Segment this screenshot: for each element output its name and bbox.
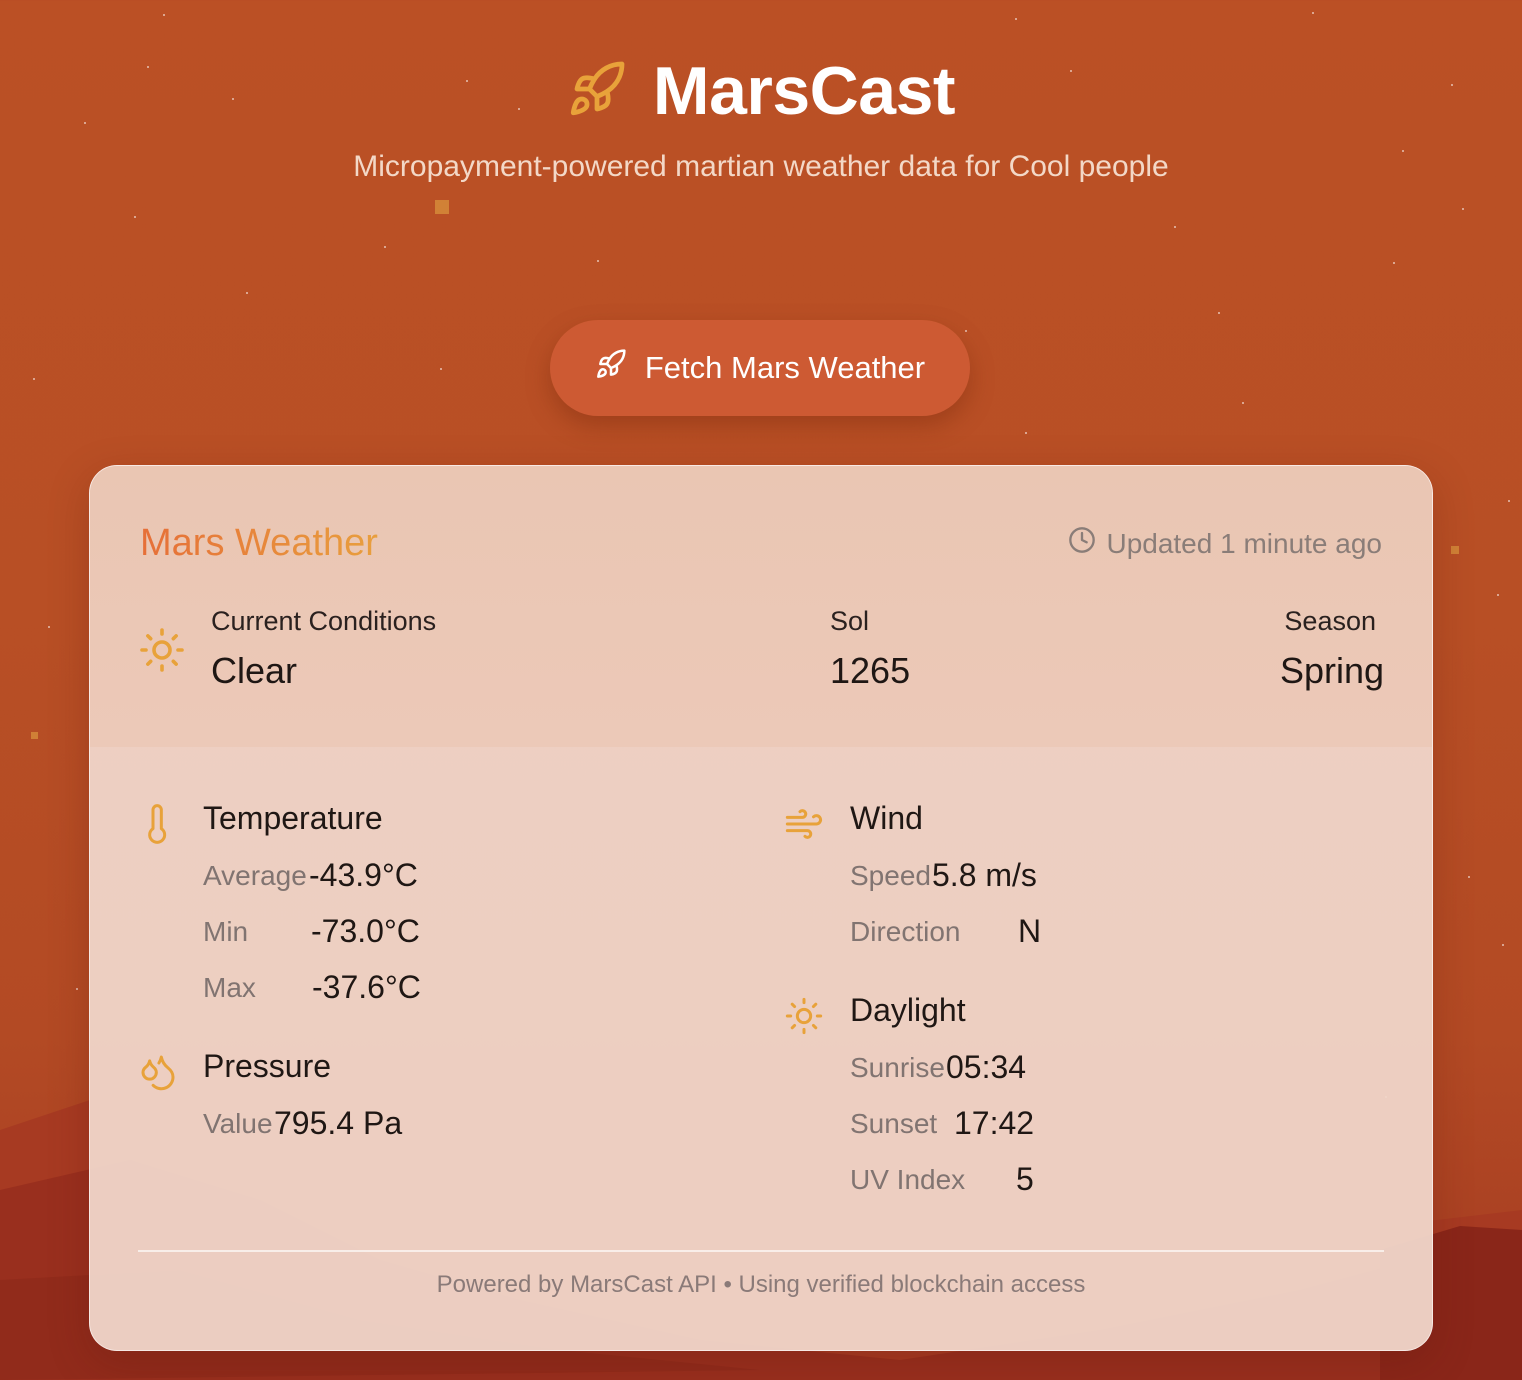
- rocket-icon: [567, 59, 627, 124]
- uv-index-label: UV Index: [850, 1164, 966, 1195]
- wind-direction-label: Direction: [850, 916, 961, 947]
- sun-icon: [784, 996, 824, 1036]
- clock-icon: [1068, 526, 1096, 561]
- sun-icon: [138, 626, 186, 674]
- dust-particle: [31, 732, 38, 739]
- rocket-icon: [595, 348, 627, 388]
- brand: MarsCast: [567, 53, 956, 129]
- wind-speed-label: Speed: [850, 860, 931, 891]
- sunrise-value: 05:34: [946, 1049, 1027, 1085]
- dust-particle: [435, 200, 449, 214]
- thermometer-icon: [138, 804, 178, 844]
- temp-max-value: -37.6°C: [312, 969, 421, 1005]
- sunset-label: Sunset: [850, 1108, 938, 1139]
- card-title: Mars Weather: [140, 522, 378, 564]
- conditions-value: Clear: [211, 650, 298, 691]
- sunset-value: 17:42: [954, 1105, 1035, 1141]
- app-title: MarsCast: [652, 53, 956, 129]
- wind-icon: [784, 804, 824, 844]
- fetch-weather-button[interactable]: Fetch Mars Weather: [550, 320, 970, 416]
- season-value: Spring: [1279, 650, 1384, 691]
- fetch-weather-label: Fetch Mars Weather: [644, 350, 926, 385]
- season-label: Season: [1284, 606, 1376, 636]
- pressure-value-label: Value: [203, 1108, 273, 1139]
- wind-speed-value: 5.8 m/s: [932, 857, 1037, 893]
- dust-particle: [1451, 546, 1459, 554]
- weather-card: Mars Weather Updated 1 minute ago Curren…: [89, 465, 1433, 1351]
- temp-min-value: -73.0°C: [311, 913, 420, 949]
- updated-status: Updated 1 minute ago: [1068, 526, 1382, 561]
- daylight-title: Daylight: [850, 992, 966, 1028]
- uv-index-value: 5: [1016, 1161, 1034, 1197]
- updated-text: Updated 1 minute ago: [1106, 527, 1382, 559]
- sol-value: 1265: [830, 650, 911, 691]
- pressure-title: Pressure: [203, 1048, 332, 1084]
- wind-direction-value: N: [1018, 913, 1042, 949]
- wind-title: Wind: [850, 800, 923, 836]
- card-footer: Powered by MarsCast API • Using verified…: [436, 1271, 1086, 1298]
- sunrise-label: Sunrise: [850, 1052, 945, 1083]
- droplets-icon: [138, 1052, 178, 1092]
- temp-average-label: Average: [203, 860, 307, 891]
- temp-average-value: -43.9°C: [309, 857, 418, 893]
- temperature-title: Temperature: [203, 800, 383, 836]
- sol-label: Sol: [830, 606, 870, 636]
- app-subtitle: Micropayment-powered martian weather dat…: [353, 150, 1169, 183]
- temp-min-label: Min: [203, 916, 249, 947]
- app-header: MarsCast Micropayment-powered martian we…: [0, 54, 1522, 184]
- pressure-value: 795.4 Pa: [274, 1105, 403, 1141]
- footer-divider: [138, 1250, 1384, 1252]
- temp-max-label: Max: [203, 972, 256, 1003]
- conditions-label: Current Conditions: [211, 606, 437, 636]
